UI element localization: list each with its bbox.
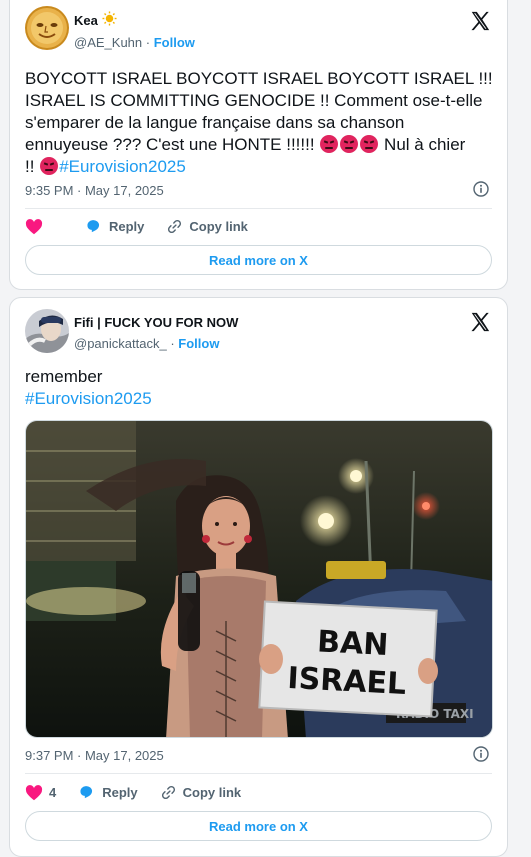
- separator-dot: ·: [145, 35, 151, 50]
- read-more-button[interactable]: Read more on X: [25, 811, 492, 841]
- action-bar: 4 Reply Copy link: [25, 784, 263, 801]
- hashtag-link[interactable]: #Eurovision2025: [25, 388, 493, 410]
- handle-row: @AE_Kuhn · Follow: [74, 35, 195, 50]
- author-name-row[interactable]: Kea: [74, 11, 117, 29]
- tweet-card: Kea @AE_Kuhn · Follow BOYCOTT ISRAEL BOY…: [9, 0, 508, 290]
- x-logo-icon[interactable]: [469, 311, 491, 333]
- copy-link-button[interactable]: Copy link: [160, 784, 242, 801]
- divider: [25, 208, 492, 209]
- angry-face-emoji: [320, 135, 339, 153]
- like-button[interactable]: [25, 218, 49, 235]
- tweet-text-line: remember: [25, 367, 103, 386]
- author-name-row[interactable]: Fifi | FUCK YOU FOR NOW: [74, 315, 238, 330]
- timestamp[interactable]: 9:37 PM · May 17, 2025: [25, 748, 164, 763]
- link-icon: [168, 219, 182, 234]
- separator-dot: ·: [170, 336, 175, 351]
- follow-link[interactable]: Follow: [154, 35, 195, 50]
- follow-link[interactable]: Follow: [178, 336, 219, 351]
- read-more-button[interactable]: Read more on X: [25, 245, 492, 275]
- heart-icon: [25, 218, 43, 234]
- tweet-text-line: !! #Eurovision2025: [25, 156, 493, 178]
- timestamp[interactable]: 9:35 PM · May 17, 2025: [25, 183, 164, 198]
- avatar[interactable]: [25, 6, 69, 50]
- heart-icon: [25, 784, 43, 800]
- tweet-text: remember #Eurovision2025: [25, 366, 493, 410]
- tweet-text-line: ennuyeuse ??? C'est une HONTE !!!!!! Nul…: [25, 134, 493, 156]
- copy-link-label: Copy link: [189, 219, 248, 234]
- handle-row: @panickattack_ · Follow: [74, 336, 219, 351]
- photo-woman-holding-sign: RADIO TAXI BAN ISRAEL: [26, 421, 492, 737]
- like-count: 4: [49, 785, 57, 800]
- avatar[interactable]: [25, 309, 69, 353]
- tweet-text-segment: !!: [25, 157, 35, 176]
- avatar-sun-face-image: [25, 6, 69, 50]
- avatar-image: [25, 309, 69, 353]
- tweet-text-segment: Nul à chier: [384, 135, 466, 154]
- reply-button[interactable]: Reply: [78, 785, 138, 801]
- sign-text-line2: ISRAEL: [287, 661, 407, 702]
- sign-text-line1: BAN: [316, 624, 389, 663]
- copy-link-button[interactable]: Copy link: [166, 218, 248, 235]
- tweet-text-line: ISRAEL IS COMMITTING GENOCIDE !! Comment…: [25, 91, 483, 110]
- hashtag-link[interactable]: #Eurovision2025: [59, 157, 186, 176]
- reply-bubble-icon: [87, 219, 100, 232]
- author-handle[interactable]: @AE_Kuhn: [74, 35, 142, 50]
- divider: [25, 773, 492, 774]
- copy-link-label: Copy link: [182, 785, 242, 800]
- author-name[interactable]: Fifi | FUCK YOU FOR NOW: [74, 315, 238, 330]
- tweet-text-line: s'emparer de la langue française dans sa…: [25, 113, 405, 132]
- info-icon[interactable]: [473, 746, 489, 762]
- reply-bubble-icon: [80, 785, 93, 798]
- reply-button[interactable]: Reply: [85, 219, 144, 235]
- tweet-card: Fifi | FUCK YOU FOR NOW @panickattack_ ·…: [9, 297, 508, 857]
- sun-emoji-icon: [102, 11, 117, 29]
- info-icon[interactable]: [473, 181, 489, 197]
- action-bar: Reply Copy link: [25, 218, 270, 235]
- author-handle[interactable]: @panickattack_: [74, 336, 167, 351]
- like-button[interactable]: 4: [25, 784, 57, 801]
- angry-face-emoji: [340, 135, 359, 153]
- reply-label: Reply: [102, 785, 138, 800]
- author-name[interactable]: Kea: [74, 13, 98, 28]
- reply-label: Reply: [109, 219, 145, 234]
- angry-face-emoji: [360, 135, 379, 153]
- link-icon: [161, 785, 175, 800]
- x-logo-icon[interactable]: [469, 10, 491, 32]
- tweet-text-segment: ennuyeuse ??? C'est une HONTE !!!!!!: [25, 135, 315, 154]
- angry-face-emoji: [40, 157, 59, 175]
- tweet-text: BOYCOTT ISRAEL BOYCOTT ISRAEL BOYCOTT IS…: [25, 68, 493, 178]
- tweet-media-image[interactable]: RADIO TAXI BAN ISRAEL: [25, 420, 493, 738]
- tweet-text-line: BOYCOTT ISRAEL BOYCOTT ISRAEL BOYCOTT IS…: [25, 69, 493, 88]
